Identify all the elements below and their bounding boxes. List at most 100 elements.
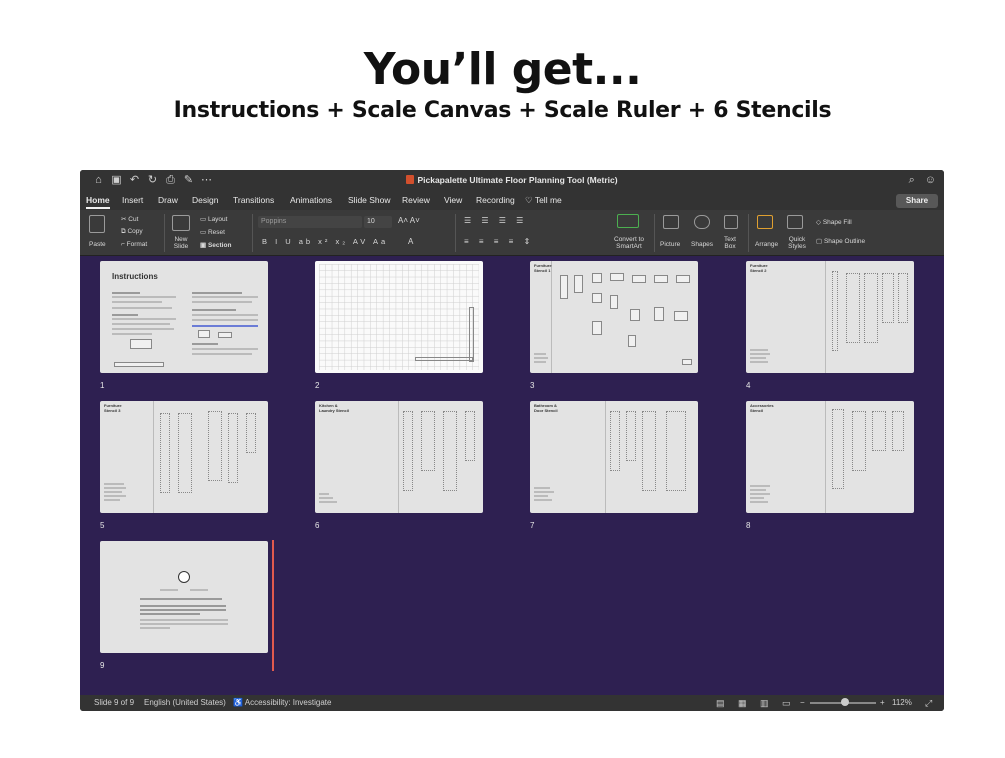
slide-number: 4 [746,381,751,390]
slide-number: 6 [315,521,320,530]
zoom-in-icon[interactable]: + [880,698,885,707]
slide-number: 5 [100,521,105,530]
smartart-icon[interactable] [617,214,639,228]
share-button[interactable]: Share [896,194,938,208]
tab-design[interactable]: Design [192,195,218,205]
slide-thumbnail-7[interactable]: Bathroom & Door Stencil [530,401,698,513]
reset-icon: ▭ [200,229,208,236]
ribbon: Paste ✂ Cut ⧉ Copy ⌐ Format New Slide ▭ … [80,210,944,256]
tab-tell-me[interactable]: ♡ Tell me [525,195,562,206]
tab-insert[interactable]: Insert [122,195,143,205]
slide-number: 1 [100,381,105,390]
font-color-icon[interactable]: A [408,237,413,246]
tab-review[interactable]: Review [402,195,430,205]
picture-button[interactable]: Picture [660,241,680,248]
format-painter-button[interactable]: ⌐ Format [121,241,147,248]
slide-thumbnail-2[interactable] [315,261,483,373]
shape-outline-button[interactable]: ▢ Shape Outline [816,237,865,245]
ribbon-tabs: Home Insert Draw Design Transitions Anim… [80,192,944,210]
accessibility-status[interactable]: ♿ Accessibility: Investigate [233,698,331,707]
tab-view[interactable]: View [444,195,462,205]
normal-view-icon[interactable]: ▤ [716,698,725,709]
zoom-slider-handle[interactable] [841,698,849,706]
grow-font-icon[interactable]: A˄ A˅ [398,216,420,225]
shapes-button[interactable]: Shapes [691,241,713,248]
slide-title: Bathroom & Door Stencil [534,403,558,413]
text-box-button[interactable]: Text Box [721,236,739,250]
slide-number: 8 [746,521,751,530]
slide-title: Accessories Stencil [750,403,774,413]
language-status[interactable]: English (United States) [144,698,226,707]
fit-to-window-icon[interactable]: ⤢ [925,698,932,709]
powerpoint-icon [406,175,415,184]
cut-button[interactable]: ✂ Cut [121,215,138,223]
powerpoint-window: ⌂ ▣ ↶ ↻ ⎙ ✎ ⋯ Pickapalette Ultimate Floo… [80,170,944,711]
shape-fill-button[interactable]: ◇ Shape Fill [816,218,852,226]
zoom-out-icon[interactable]: − [800,698,805,707]
arrange-button[interactable]: Arrange [755,241,778,248]
reset-button[interactable]: ▭ Reset [200,228,225,236]
align-buttons[interactable]: ≡ ≡ ≡ ≡ ⇕ [464,237,534,246]
slide-sorter: Instructions 1 2 Furniture Stencil 1 3 F… [80,256,944,695]
tab-transitions[interactable]: Transitions [233,195,274,205]
lightbulb-icon: ♡ [525,195,535,205]
slide-thumbnail-4[interactable]: Furniture Stencil 2 [746,261,914,373]
share-people-icon[interactable]: ☺ [925,174,936,187]
reading-view-icon[interactable]: ▥ [760,698,769,709]
new-slide-icon[interactable] [172,215,190,231]
slide-thumbnail-3[interactable]: Furniture Stencil 1 [530,261,698,373]
logo-icon [178,571,190,583]
zoom-level[interactable]: 112% [892,698,912,707]
slide-title: Furniture Stencil 3 [104,403,122,413]
shapes-icon[interactable] [694,215,710,229]
font-size-select[interactable]: 10 [364,216,392,228]
slide-thumbnail-6[interactable]: Kitchen & Laundry Stencil [315,401,483,513]
page: You’ll get... Instructions + Scale Canva… [0,0,1005,758]
outline-icon: ▢ [816,238,824,245]
slide-thumbnail-8[interactable]: Accessories Stencil [746,401,914,513]
slide-title: Kitchen & Laundry Stencil [319,403,350,413]
slide-title: Instructions [112,272,158,281]
slide-number: 3 [530,381,535,390]
accessibility-icon: ♿ [233,698,245,707]
slide-sorter-view-icon[interactable]: ▦ [738,698,747,709]
new-slide-button[interactable]: New Slide [170,236,192,250]
section-button[interactable]: ▣ Section [200,241,231,249]
fill-icon: ◇ [816,219,823,226]
layout-icon: ▭ [200,216,208,223]
presenter-view-icon[interactable]: ▭ [782,698,791,709]
convert-smartart-button[interactable]: Convert to SmartArt [610,236,648,250]
slide-count: Slide 9 of 9 [94,698,135,707]
tab-draw[interactable]: Draw [158,195,178,205]
insertion-cursor [272,540,274,671]
scale-grid [319,264,479,370]
slide-thumbnail-9[interactable] [100,541,268,653]
tab-slide-show[interactable]: Slide Show [348,195,391,205]
title-bar: ⌂ ▣ ↶ ↻ ⎙ ✎ ⋯ Pickapalette Ultimate Floo… [80,170,944,192]
quick-styles-button[interactable]: Quick Styles [786,236,808,250]
tab-animations[interactable]: Animations [290,195,332,205]
font-name-select[interactable]: Poppins [258,216,362,228]
search-icon[interactable]: ⌕ [909,174,915,187]
copy-button[interactable]: ⧉ Copy [121,228,143,236]
slide-thumbnail-1[interactable]: Instructions [100,261,268,373]
list-buttons[interactable]: ☰ ☰ ☰ ☰ [464,216,527,225]
layout-button[interactable]: ▭ Layout [200,215,227,223]
headline: You’ll get... [363,44,642,95]
picture-icon[interactable] [663,215,679,229]
tab-recording[interactable]: Recording [476,195,515,205]
paste-icon[interactable] [89,215,105,233]
paste-button[interactable]: Paste [89,241,106,248]
text-box-icon[interactable] [724,215,738,229]
slide-title: Furniture Stencil 1 [534,263,552,273]
section-icon: ▣ [200,242,208,249]
slide-thumbnail-5[interactable]: Furniture Stencil 3 [100,401,268,513]
slide-number: 2 [315,381,320,390]
arrange-icon[interactable] [757,215,773,229]
text-format-buttons[interactable]: B I U ab x² x₂ AV Aa [262,237,388,246]
slide-title: Furniture Stencil 2 [750,263,768,273]
slide-number: 7 [530,521,535,530]
tab-home[interactable]: Home [86,195,110,209]
slide-number: 9 [100,661,105,670]
quick-styles-icon[interactable] [787,215,803,229]
